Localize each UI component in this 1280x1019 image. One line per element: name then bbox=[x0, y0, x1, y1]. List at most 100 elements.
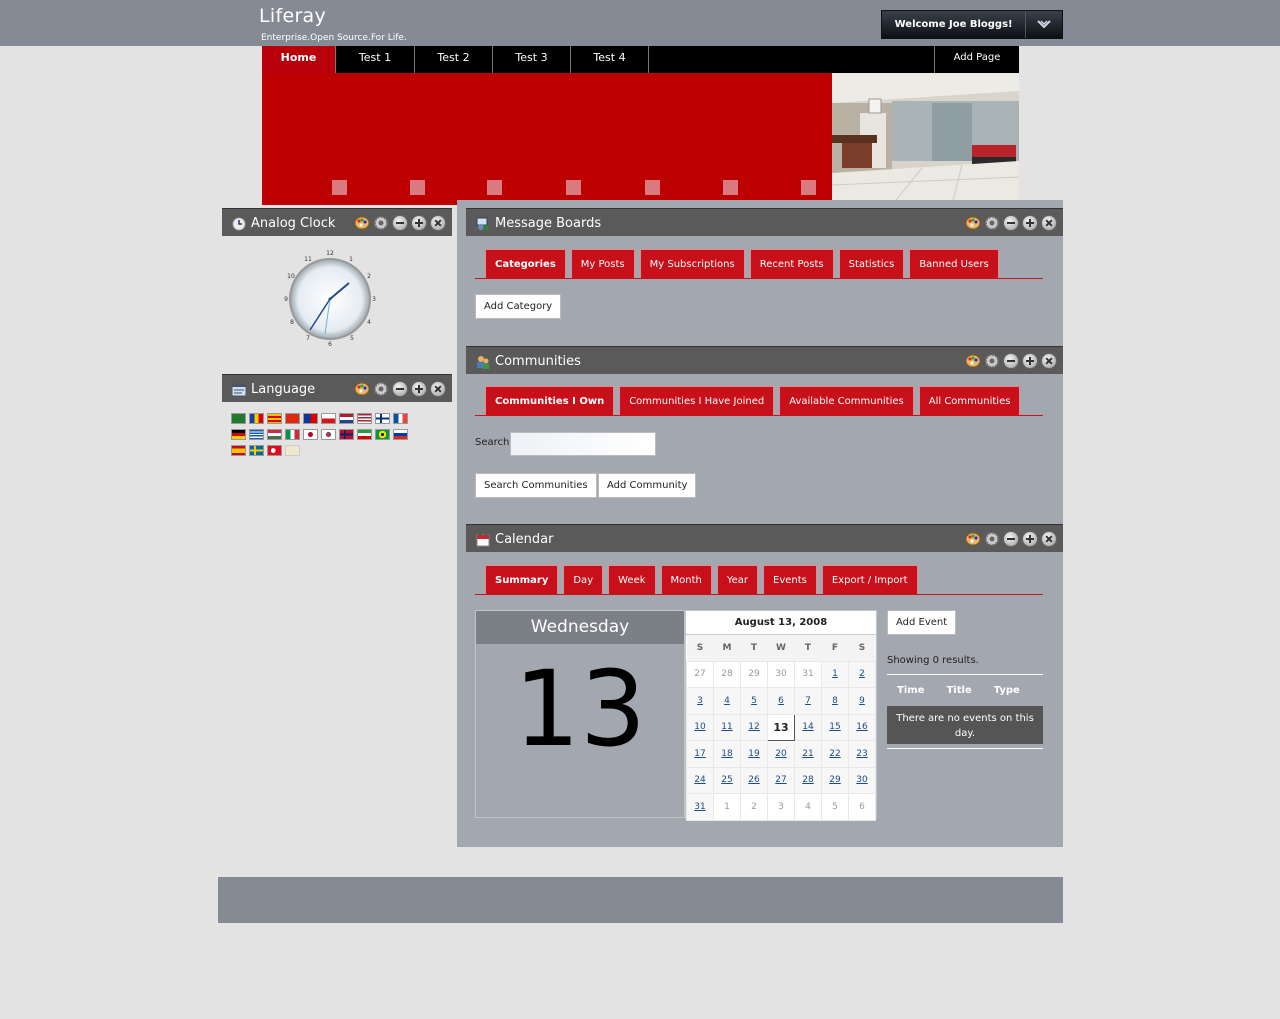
calendar-day[interactable]: 21 bbox=[794, 740, 822, 768]
tab-communities-joined[interactable]: Communities I Have Joined bbox=[619, 386, 775, 415]
calendar-day[interactable]: 31 bbox=[686, 793, 714, 821]
flag-greece-icon[interactable] bbox=[249, 429, 264, 440]
calendar-day[interactable]: 9 bbox=[848, 687, 876, 715]
nav-test-3[interactable]: Test 3 bbox=[493, 46, 571, 73]
flag-catalan-icon[interactable] bbox=[249, 413, 264, 424]
minimize-icon[interactable] bbox=[1003, 531, 1019, 547]
calendar-day[interactable]: 11 bbox=[713, 713, 741, 741]
add-category-button[interactable]: Add Category bbox=[475, 294, 562, 319]
calendar-day[interactable]: 26 bbox=[740, 766, 768, 794]
flag-russia-icon[interactable] bbox=[393, 429, 408, 440]
flag-spain-icon[interactable] bbox=[231, 445, 246, 456]
flag-turkey-icon[interactable] bbox=[267, 445, 282, 456]
flag-iran-icon[interactable] bbox=[357, 429, 372, 440]
calendar-day[interactable]: 4 bbox=[713, 687, 741, 715]
close-icon[interactable] bbox=[1041, 531, 1057, 547]
dock-toggle-button[interactable] bbox=[1025, 11, 1062, 38]
calendar-day[interactable]: 20 bbox=[767, 740, 795, 768]
palette-icon[interactable] bbox=[354, 215, 370, 231]
flag-france-icon[interactable] bbox=[393, 413, 408, 424]
calendar-day[interactable]: 27 bbox=[767, 766, 795, 794]
calendar-day[interactable]: 25 bbox=[713, 766, 741, 794]
minimize-icon[interactable] bbox=[392, 215, 408, 231]
tab-recent-posts[interactable]: Recent Posts bbox=[749, 249, 834, 278]
calendar-day[interactable]: 13 bbox=[767, 713, 795, 741]
calendar-day[interactable]: 18 bbox=[713, 740, 741, 768]
nav-test-4[interactable]: Test 4 bbox=[571, 46, 649, 73]
calendar-day[interactable]: 16 bbox=[848, 713, 876, 741]
nav-home[interactable]: Home bbox=[262, 46, 336, 73]
calendar-day[interactable]: 29 bbox=[821, 766, 849, 794]
palette-icon[interactable] bbox=[354, 381, 370, 397]
flag-taiwan-icon[interactable] bbox=[303, 413, 318, 424]
tab-my-subscriptions[interactable]: My Subscriptions bbox=[639, 249, 745, 278]
add-community-button[interactable]: Add Community bbox=[598, 473, 697, 498]
search-input[interactable] bbox=[510, 432, 656, 456]
tab-day[interactable]: Day bbox=[563, 565, 604, 594]
palette-icon[interactable] bbox=[965, 215, 981, 231]
tab-year[interactable]: Year bbox=[716, 565, 759, 594]
calendar-day[interactable]: 2 bbox=[848, 660, 876, 688]
maximize-icon[interactable] bbox=[411, 381, 427, 397]
column-time[interactable]: Time bbox=[897, 685, 924, 696]
add-page-button[interactable]: Add Page bbox=[934, 46, 1019, 73]
tab-summary[interactable]: Summary bbox=[485, 565, 559, 594]
gear-icon[interactable] bbox=[984, 215, 1000, 231]
nav-test-1[interactable]: Test 1 bbox=[336, 46, 415, 73]
calendar-day[interactable]: 5 bbox=[740, 687, 768, 715]
close-icon[interactable] bbox=[430, 215, 446, 231]
calendar-day[interactable]: 17 bbox=[686, 740, 714, 768]
close-icon[interactable] bbox=[1041, 353, 1057, 369]
flag-netherlands-icon[interactable] bbox=[339, 413, 354, 424]
calendar-day[interactable]: 3 bbox=[686, 687, 714, 715]
gear-icon[interactable] bbox=[373, 215, 389, 231]
flag-china-icon[interactable] bbox=[285, 413, 300, 424]
close-icon[interactable] bbox=[430, 381, 446, 397]
flag-japan-icon[interactable] bbox=[303, 429, 318, 440]
flag-germany-icon[interactable] bbox=[231, 429, 246, 440]
column-title[interactable]: Title bbox=[946, 685, 971, 696]
calendar-day[interactable]: 28 bbox=[794, 766, 822, 794]
flag-czech-icon[interactable] bbox=[321, 413, 336, 424]
maximize-icon[interactable] bbox=[1022, 353, 1038, 369]
tab-all-communities[interactable]: All Communities bbox=[918, 386, 1021, 415]
search-communities-button[interactable]: Search Communities bbox=[475, 473, 597, 498]
calendar-day[interactable]: 23 bbox=[848, 740, 876, 768]
gear-icon[interactable] bbox=[373, 381, 389, 397]
maximize-icon[interactable] bbox=[411, 215, 427, 231]
flag-sweden-icon[interactable] bbox=[249, 445, 264, 456]
site-logo[interactable]: Liferay bbox=[259, 5, 326, 27]
tab-available-communities[interactable]: Available Communities bbox=[779, 386, 914, 415]
flag-usa-icon[interactable] bbox=[357, 413, 372, 424]
calendar-day[interactable]: 6 bbox=[767, 687, 795, 715]
flag-hungary-icon[interactable] bbox=[267, 429, 282, 440]
calendar-day[interactable]: 22 bbox=[821, 740, 849, 768]
calendar-day[interactable]: 1 bbox=[821, 660, 849, 688]
user-menu[interactable]: Welcome Joe Bloggs! bbox=[881, 10, 1063, 39]
close-icon[interactable] bbox=[1041, 215, 1057, 231]
calendar-day[interactable]: 14 bbox=[794, 713, 822, 741]
tab-banned-users[interactable]: Banned Users bbox=[909, 249, 999, 278]
tab-categories[interactable]: Categories bbox=[485, 249, 566, 278]
maximize-icon[interactable] bbox=[1022, 215, 1038, 231]
welcome-label[interactable]: Welcome Joe Bloggs! bbox=[882, 11, 1025, 38]
tab-communities-i-own[interactable]: Communities I Own bbox=[485, 386, 615, 415]
tab-week[interactable]: Week bbox=[608, 565, 656, 594]
flag-italy-icon[interactable] bbox=[285, 429, 300, 440]
add-event-button[interactable]: Add Event bbox=[887, 610, 957, 635]
gear-icon[interactable] bbox=[984, 353, 1000, 369]
flag-norway-icon[interactable] bbox=[339, 429, 354, 440]
tab-my-posts[interactable]: My Posts bbox=[570, 249, 635, 278]
palette-icon[interactable] bbox=[965, 531, 981, 547]
minimize-icon[interactable] bbox=[392, 381, 408, 397]
tab-events[interactable]: Events bbox=[763, 565, 817, 594]
minimize-icon[interactable] bbox=[1003, 215, 1019, 231]
nav-test-2[interactable]: Test 2 bbox=[415, 46, 493, 73]
calendar-day[interactable]: 7 bbox=[794, 687, 822, 715]
calendar-day[interactable]: 10 bbox=[686, 713, 714, 741]
flag-spain-catalonia-icon[interactable] bbox=[267, 413, 282, 424]
column-type[interactable]: Type bbox=[994, 685, 1020, 696]
flag-brazil-icon[interactable] bbox=[375, 429, 390, 440]
calendar-day[interactable]: 8 bbox=[821, 687, 849, 715]
calendar-day[interactable]: 24 bbox=[686, 766, 714, 794]
